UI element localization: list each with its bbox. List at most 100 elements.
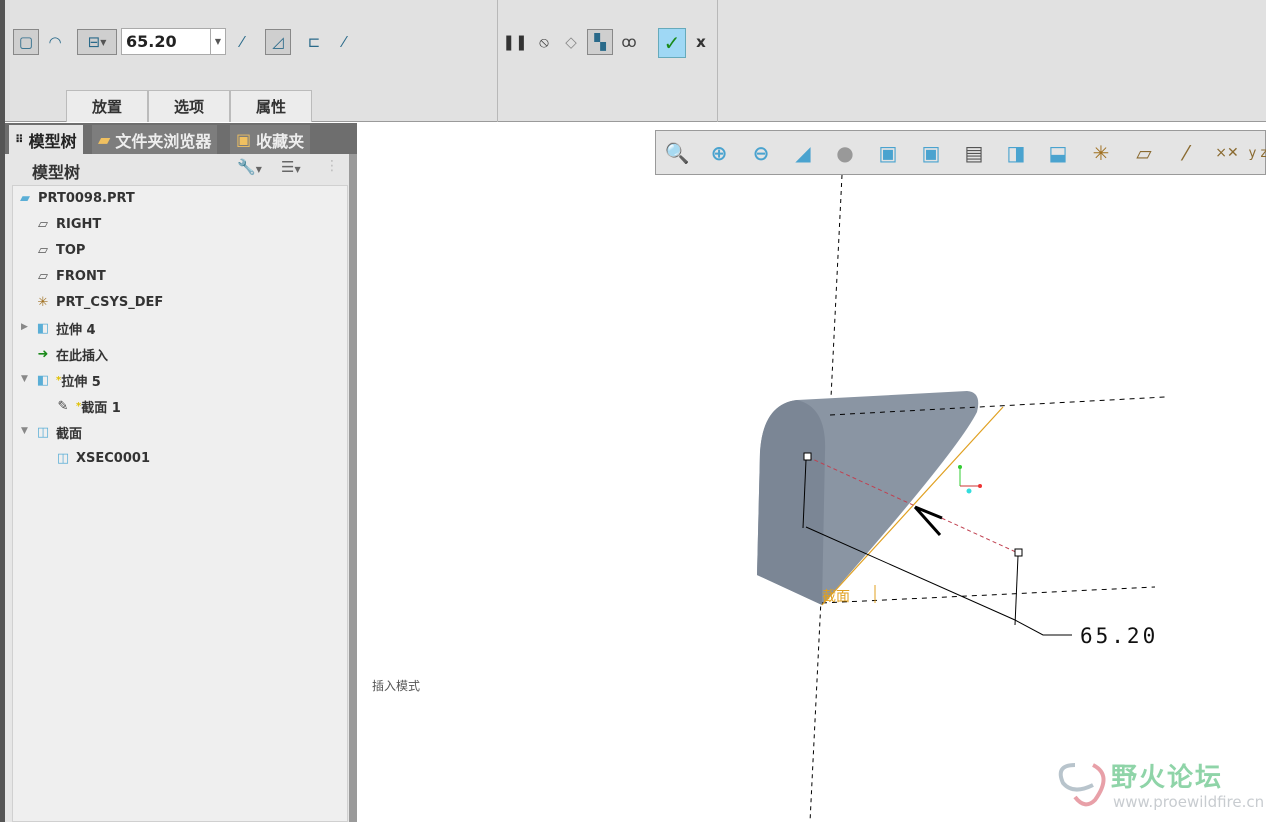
tree-item-label: XSEC0001 bbox=[76, 450, 150, 466]
point-display-icon[interactable]: ×✕ bbox=[1209, 136, 1245, 170]
tree-item-right[interactable]: ▱ RIGHT bbox=[35, 213, 101, 235]
datum-plane-icon: ▱ bbox=[38, 242, 48, 258]
perspective-icon[interactable]: ▤ bbox=[956, 136, 992, 170]
dimension-leader bbox=[1014, 619, 1072, 636]
flip-direction-icon[interactable]: ⁄ bbox=[229, 29, 255, 55]
tree-item-xsec0001[interactable]: ◫ XSEC0001 bbox=[55, 447, 150, 469]
panel-scrollbar[interactable] bbox=[349, 154, 357, 822]
solid-icon[interactable]: ▢ bbox=[13, 29, 39, 55]
model-tree: ▰ PRT0098.PRT ▱ RIGHT ▱ TOP ▱ FRONT ✳ PRT_CSY… bbox=[12, 185, 348, 822]
expand-icon[interactable]: ▶ bbox=[21, 322, 28, 332]
tree-item-extrude-4[interactable]: ◧ 拉伸 4 bbox=[35, 317, 96, 339]
orient-icon[interactable]: ⬓ bbox=[1040, 136, 1076, 170]
settings-icon[interactable]: 🔧▼ bbox=[237, 158, 262, 176]
watermark-url: www.proewildfire.cn bbox=[1113, 793, 1265, 811]
collapse-icon[interactable]: ▼ bbox=[21, 426, 28, 436]
flip-thicken-icon[interactable]: ⁄ bbox=[331, 29, 357, 55]
collapse-icon[interactable]: ▼ bbox=[21, 374, 28, 384]
dimension-value[interactable]: 65.20 bbox=[1080, 624, 1158, 648]
refit-icon[interactable]: 🔍 bbox=[659, 136, 695, 170]
tab-label: 模型树 bbox=[28, 131, 77, 151]
watermark-logo bbox=[1058, 763, 1106, 807]
tree-item-label: PRT0098.PRT bbox=[38, 190, 135, 206]
folder-icon: ▰ bbox=[98, 130, 111, 149]
section-icon: ◫ bbox=[56, 450, 70, 466]
tab-model-tree[interactable]: ⠿ 模型树 bbox=[9, 125, 83, 154]
tree-item-label: PRT_CSYS_DEF bbox=[56, 294, 164, 310]
direction-arrow-icon[interactable] bbox=[913, 505, 943, 536]
panel-header: 模型树 bbox=[32, 163, 81, 182]
navigator-tabs: ⠿ 模型树 ▰ 文件夹浏览器 ▣ 收藏夹 bbox=[5, 123, 357, 154]
dashboard-ribbon: ▢ ◠ ⊟ ▼ 65.20 ▼ ⁄ ◿ ⊏ ⁄ 放置 选项 属性 ❚❚ ⦸ ◇ … bbox=[0, 0, 1266, 122]
section-icon: ◫ bbox=[36, 424, 50, 440]
axis-display-icon[interactable]: ⁄ bbox=[1168, 136, 1204, 170]
tree-item-front[interactable]: ▱ FRONT bbox=[35, 265, 106, 287]
divider bbox=[497, 0, 498, 122]
tree-item-label: 截面 1 bbox=[81, 400, 121, 416]
glasses-icon[interactable]: ꝏ bbox=[616, 29, 642, 55]
mode-label: 插入模式 bbox=[372, 679, 420, 693]
tree-item-part[interactable]: ▰ PRT0098.PRT bbox=[17, 187, 135, 209]
section-view-icon[interactable]: ◨ bbox=[998, 136, 1034, 170]
pause-icon[interactable]: ❚❚ bbox=[502, 29, 528, 55]
watermark: 野火论坛 www.proewildfire.cn bbox=[1055, 755, 1265, 817]
no-preview-icon[interactable]: ⦸ bbox=[531, 29, 557, 55]
graphics-viewport[interactable]: 截面 65.20 插入模式 bbox=[357, 122, 1266, 822]
show-icon[interactable]: ☰▼ bbox=[281, 158, 301, 176]
tree-item-label: FRONT bbox=[56, 268, 106, 284]
view-toolbar: 🔍 ⊕ ⊖ ◢ ● ▣ ▣ ▤ ◨ ⬓ ✳ ▱ ⁄ ×✕ y z bbox=[655, 130, 1266, 175]
view-manager-icon[interactable]: ▣ bbox=[913, 136, 949, 170]
tree-item-sketch-1[interactable]: ✎ * 截面 1 bbox=[55, 395, 121, 417]
tab-label: 文件夹浏览器 bbox=[115, 131, 212, 151]
filter-icon[interactable]: ⋮ bbox=[325, 158, 339, 174]
datum-display-icon[interactable]: ✳ bbox=[1083, 136, 1119, 170]
zoom-in-icon[interactable]: ⊕ bbox=[701, 136, 737, 170]
cancel-button[interactable]: x bbox=[688, 29, 714, 55]
csys-triad-icon bbox=[958, 465, 982, 494]
solid-front-face bbox=[757, 400, 826, 605]
remove-material-icon[interactable]: ◿ bbox=[265, 29, 291, 55]
extrude-icon: ◧ bbox=[36, 372, 50, 388]
favorites-icon: ▣ bbox=[236, 130, 252, 149]
datum-plane-icon: ▱ bbox=[38, 268, 48, 284]
tab-options[interactable]: 选项 bbox=[148, 90, 230, 122]
thicken-icon[interactable]: ⊏ bbox=[301, 29, 327, 55]
tree-item-insert-here[interactable]: ➜ 在此插入 bbox=[35, 343, 108, 365]
drag-handle[interactable] bbox=[803, 452, 812, 461]
tree-item-label: 拉伸 5 bbox=[61, 374, 101, 390]
tree-item-label: TOP bbox=[56, 242, 86, 258]
surface-icon[interactable]: ◠ bbox=[42, 29, 68, 55]
display-style-icon[interactable]: ● bbox=[827, 136, 863, 170]
tree-item-label: RIGHT bbox=[56, 216, 102, 232]
extrude-icon: ◧ bbox=[36, 320, 50, 336]
extension-line bbox=[1014, 555, 1019, 626]
datum-plane-icon: ▱ bbox=[38, 216, 48, 232]
tree-item-label: 截面 bbox=[56, 426, 83, 442]
repaint-icon[interactable]: ◢ bbox=[785, 136, 821, 170]
plane-display-icon[interactable]: ▱ bbox=[1126, 136, 1162, 170]
part-icon: ▰ bbox=[20, 190, 30, 206]
csys-display-icon[interactable]: y z bbox=[1248, 136, 1266, 170]
tab-folder-browser[interactable]: ▰ 文件夹浏览器 bbox=[92, 125, 218, 154]
tree-item-top[interactable]: ▱ TOP bbox=[35, 239, 85, 261]
section-label: 截面 bbox=[822, 589, 850, 605]
preview-icon[interactable]: ▚ bbox=[587, 29, 613, 55]
saved-views-icon[interactable]: ▣ bbox=[870, 136, 906, 170]
tab-favorites[interactable]: ▣ 收藏夹 bbox=[230, 125, 311, 154]
tree-item-extrude-5[interactable]: ◧ * 拉伸 5 bbox=[35, 369, 101, 391]
tree-icon: ⠿ bbox=[15, 133, 24, 146]
tab-placement[interactable]: 放置 bbox=[66, 90, 148, 122]
tree-item-csys[interactable]: ✳ PRT_CSYS_DEF bbox=[35, 291, 164, 313]
ok-button[interactable]: ✓ bbox=[658, 28, 686, 58]
drag-handle[interactable] bbox=[1014, 548, 1023, 557]
tab-properties[interactable]: 属性 bbox=[230, 90, 312, 122]
zoom-out-icon[interactable]: ⊖ bbox=[743, 136, 779, 170]
tree-item-sections[interactable]: ◫ 截面 bbox=[35, 421, 82, 443]
depth-dropdown[interactable]: ▼ bbox=[211, 28, 226, 55]
tree-item-label: 拉伸 4 bbox=[56, 322, 96, 338]
depth-option-icon[interactable]: ⊟ ▼ bbox=[77, 29, 117, 55]
tab-label: 收藏夹 bbox=[256, 131, 305, 151]
verify-geometry-icon[interactable]: ◇ bbox=[558, 29, 584, 55]
depth-input[interactable]: 65.20 bbox=[121, 28, 211, 55]
sketch-icon: ✎ bbox=[57, 398, 69, 414]
